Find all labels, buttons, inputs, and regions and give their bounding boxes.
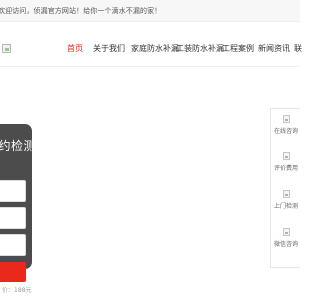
sidebar-item-pricing[interactable]: 评价费用 [271,152,301,172]
sidebar-item-label: 上门检测 [273,203,298,210]
nav-item-home[interactable]: 首页 [67,43,83,54]
header-divider [0,66,300,67]
sidebar-item-label: 评价费用 [273,165,298,172]
price-prefix: 价： [2,287,15,294]
main-nav: 首页 关于我们 家庭防水补漏 工装防水补漏 工程案例 新闻资讯 联 [0,41,302,57]
nav-item-cases[interactable]: 工程案例 [222,43,254,54]
nav-item-contact[interactable]: 联 [294,43,302,54]
address-input[interactable] [0,234,26,256]
sidebar-item-online-consult[interactable]: 在线咨询 [271,115,301,135]
nav-item-about[interactable]: 关于我们 [93,43,125,54]
sidebar-item-label: 微信咨询 [273,241,298,248]
price-value: 188元 [14,287,32,294]
visit-icon [282,190,290,198]
name-input[interactable] [0,180,26,202]
wechat-icon [282,228,290,236]
phone-input[interactable] [0,207,26,229]
booking-form-title: 预约检测 [0,139,37,153]
sidebar-item-onsite-inspection[interactable]: 上门检测 [271,190,301,210]
sidebar-item-label: 在线咨询 [273,128,298,135]
chat-icon [282,115,290,123]
nav-item-home-waterproofing[interactable]: 家庭防水补漏 [131,43,179,54]
submit-button[interactable] [0,262,26,282]
nav-item-commercial-waterproofing[interactable]: 工装防水补漏 [176,43,224,54]
welcome-text: 欢迎访问，侦漏官方网站！给你一个滴水不漏的家！ [0,7,162,15]
floating-sidebar: 在线咨询 评价费用 上门检测 微信咨询 [270,108,300,268]
price-icon [282,152,290,160]
top-welcome-bar: 欢迎访问，侦漏官方网站！给你一个滴水不漏的家！ [0,0,300,22]
price-text: 价：188元 [2,285,31,294]
sidebar-item-wechat-consult[interactable]: 微信咨询 [271,228,301,248]
nav-item-news[interactable]: 新闻资讯 [258,43,290,54]
